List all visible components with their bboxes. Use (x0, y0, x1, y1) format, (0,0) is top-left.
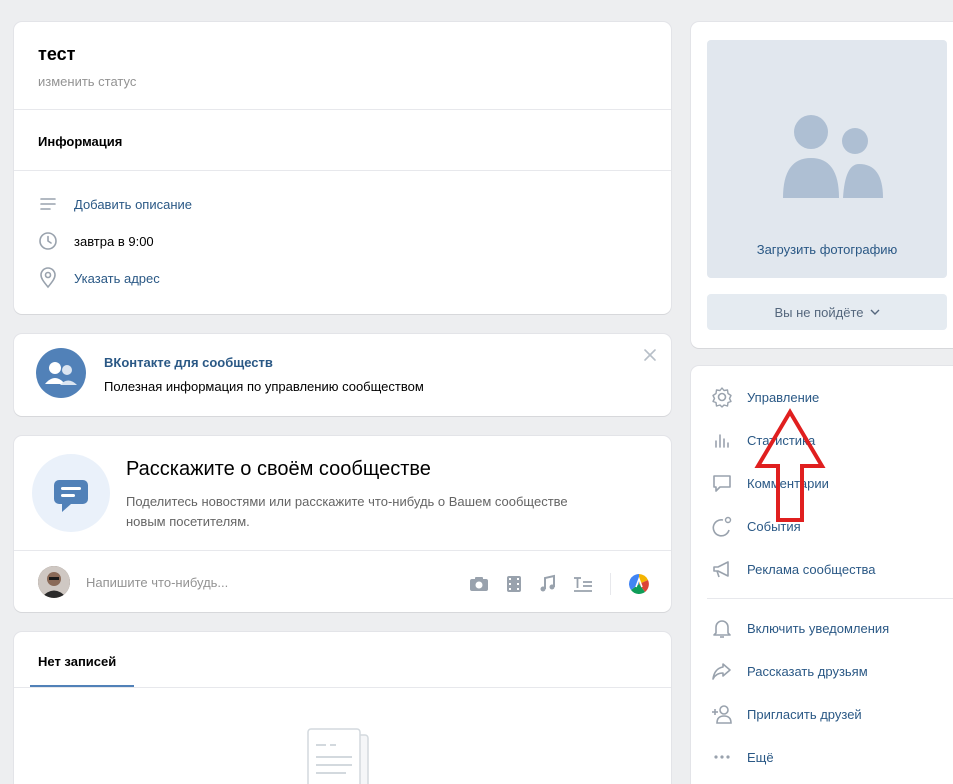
menu-item-invite[interactable]: Пригласить друзей (711, 703, 862, 725)
composer-toolbar (454, 572, 651, 596)
divider (707, 598, 953, 599)
location-pin-icon (40, 267, 56, 289)
article-icon[interactable] (572, 574, 594, 594)
divider (14, 170, 671, 171)
event-time: завтра в 9:00 (74, 233, 154, 249)
menu-item-label: Пригласить друзей (747, 706, 862, 722)
info-header: Информация (38, 134, 123, 149)
more-icon (714, 755, 730, 759)
menu-item-label: Включить уведомления (747, 620, 890, 636)
music-icon[interactable] (538, 574, 558, 594)
divider (14, 550, 671, 551)
promo-card: ВКонтакте для сообществ Полезная информа… (14, 334, 671, 416)
menu-item-share[interactable]: Рассказать друзьям (711, 660, 868, 682)
add-address-link[interactable]: Указать адрес (74, 271, 160, 286)
attend-dropdown[interactable]: Вы не пойдёте (707, 294, 947, 330)
community-name: тест (38, 44, 76, 64)
menu-item-manage[interactable]: Управление (711, 386, 819, 408)
empty-posts-icon (307, 728, 369, 784)
video-icon[interactable] (504, 574, 524, 594)
menu-item-label: Управление (747, 389, 820, 405)
users-icon (45, 362, 77, 385)
user-photo-icon (38, 566, 70, 598)
user-avatar (38, 566, 70, 598)
tell-card: Расскажите о своём сообществе Поделитесь… (14, 436, 671, 612)
clock-icon (39, 232, 57, 250)
annotation-arrow-icon (754, 408, 826, 522)
add-address-row[interactable]: Указать адрес (38, 267, 160, 289)
add-description-row[interactable]: Добавить описание (38, 195, 192, 213)
menu-item-notifications[interactable]: Включить уведомления (711, 617, 889, 639)
comment-icon (713, 475, 731, 492)
composer-input[interactable]: Напишите что-нибудь... (86, 575, 386, 590)
stats-icon (715, 434, 729, 448)
menu-item-label: Реклама сообщества (747, 561, 876, 577)
list-icon (40, 198, 56, 210)
toolbar-separator (610, 573, 611, 595)
community-group-icon (783, 115, 883, 198)
promo-title[interactable]: ВКонтакте для сообществ (104, 355, 273, 370)
events-icon (712, 516, 732, 537)
camera-icon[interactable] (468, 574, 490, 594)
tab-no-posts[interactable]: Нет записей (38, 654, 116, 669)
community-avatar (36, 348, 86, 398)
megaphone-icon (713, 561, 729, 578)
change-status-link[interactable]: изменить статус (38, 74, 136, 89)
menu-item-label: Ещё (747, 749, 774, 765)
menu-item-ads[interactable]: Реклама сообщества (711, 558, 876, 580)
time-row: завтра в 9:00 (38, 231, 154, 251)
chevron-down-icon (870, 309, 880, 315)
info-card: тест изменить статус Информация Добавить… (14, 22, 671, 314)
posts-card: Нет записей (14, 632, 671, 784)
add-user-icon (712, 705, 732, 724)
divider (14, 109, 671, 110)
menu-item-label: Рассказать друзьям (747, 663, 868, 679)
attend-label: Вы не пойдёте (774, 304, 864, 320)
message-icon (54, 480, 88, 512)
menu-item-more[interactable]: Ещё (711, 746, 774, 768)
poster-icon[interactable] (627, 572, 651, 596)
promo-subtitle: Полезная информация по управлению сообще… (104, 379, 424, 394)
divider (14, 687, 671, 688)
share-icon (712, 663, 731, 680)
gear-icon (712, 387, 732, 408)
add-description-link[interactable]: Добавить описание (74, 197, 192, 212)
close-icon[interactable] (643, 348, 657, 362)
photo-placeholder[interactable]: Загрузить фотографию (707, 40, 947, 278)
photo-card: Загрузить фотографию Вы не пойдёте (691, 22, 953, 348)
tell-title: Расскажите о своём сообществе (126, 458, 431, 480)
bell-icon (713, 620, 731, 638)
tell-description: Поделитесь новостями или расскажите что-… (126, 494, 568, 529)
upload-photo-link[interactable]: Загрузить фотографию (707, 242, 947, 257)
message-illustration (32, 454, 110, 532)
